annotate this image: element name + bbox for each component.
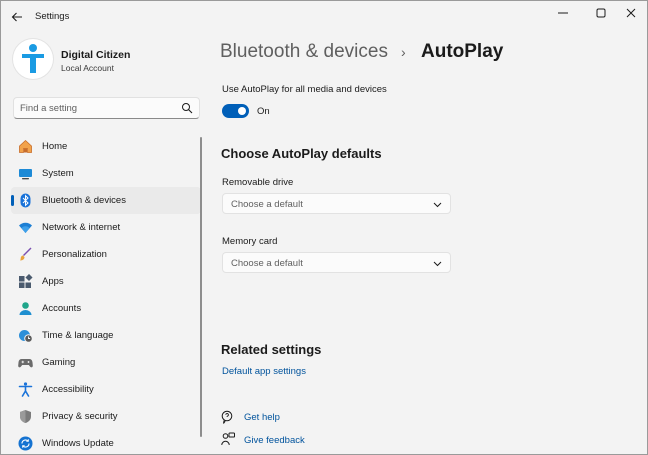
sidebar-item-privacy-security[interactable]: Privacy & security — [11, 403, 201, 430]
search-box[interactable] — [13, 97, 200, 119]
back-arrow-icon — [11, 12, 22, 22]
sidebar-item-label: Accessibility — [42, 384, 94, 395]
autoplay-toggle-state: On — [257, 106, 270, 117]
globe-clock-icon — [18, 328, 33, 343]
give-feedback-icon — [221, 432, 235, 446]
related-settings-heading: Related settings — [221, 342, 322, 357]
sidebar-item-accessibility[interactable]: Accessibility — [11, 376, 201, 403]
sidebar-item-personalization[interactable]: Personalization — [11, 241, 201, 268]
sidebar-item-label: Windows Update — [42, 438, 114, 449]
minimize-icon — [558, 12, 568, 14]
account-type: Local Account — [61, 63, 114, 73]
default-app-settings-link[interactable]: Default app settings — [222, 366, 306, 377]
sidebar-item-label: System — [42, 168, 74, 179]
avatar[interactable] — [13, 39, 53, 79]
brush-icon — [18, 247, 33, 262]
sidebar-item-label: Privacy & security — [42, 411, 118, 422]
defaults-heading: Choose AutoPlay defaults — [221, 146, 382, 161]
get-help-icon — [221, 410, 233, 424]
breadcrumb-separator: › — [401, 44, 406, 60]
sidebar-item-apps[interactable]: Apps — [11, 268, 201, 295]
sidebar-item-label: Time & language — [42, 330, 114, 341]
sidebar-item-home[interactable]: Home — [11, 133, 201, 160]
removable-drive-dropdown[interactable]: Choose a default — [222, 193, 451, 214]
minimize-button[interactable] — [548, 5, 578, 21]
update-icon — [18, 436, 33, 451]
gamepad-icon — [18, 355, 33, 370]
sidebar-nav: Home System Bluetooth & devices Network … — [11, 133, 201, 454]
accounts-icon — [18, 301, 33, 316]
sidebar-item-system[interactable]: System — [11, 160, 201, 187]
accessibility-icon — [18, 382, 33, 397]
memory-card-value: Choose a default — [231, 258, 303, 269]
home-icon — [18, 139, 33, 154]
search-icon — [182, 103, 193, 114]
sidebar-item-label: Gaming — [42, 357, 76, 368]
accessibility-person-icon — [22, 44, 44, 73]
sidebar-item-accounts[interactable]: Accounts — [11, 295, 201, 322]
maximize-icon — [596, 8, 606, 18]
sidebar-item-windows-update[interactable]: Windows Update — [11, 430, 201, 454]
breadcrumb-parent[interactable]: Bluetooth & devices — [220, 41, 388, 63]
removable-drive-value: Choose a default — [231, 199, 303, 210]
page-title: AutoPlay — [421, 41, 504, 62]
apps-icon — [18, 274, 33, 289]
sidebar-item-label: Network & internet — [42, 222, 121, 233]
toggle-knob — [238, 107, 246, 115]
system-icon — [18, 166, 33, 181]
sidebar-scrollbar[interactable] — [200, 137, 202, 437]
memory-card-label: Memory card — [222, 236, 278, 247]
give-feedback-link[interactable]: Give feedback — [244, 435, 305, 446]
close-button[interactable] — [616, 5, 646, 21]
window-title: Settings — [35, 11, 70, 22]
title-bar: Settings — [1, 1, 647, 33]
chevron-down-icon — [433, 261, 442, 267]
sidebar-item-label: Apps — [42, 276, 64, 287]
wifi-icon — [18, 220, 33, 235]
back-button[interactable] — [7, 7, 27, 27]
get-help-link[interactable]: Get help — [244, 412, 280, 423]
sidebar-item-gaming[interactable]: Gaming — [11, 349, 201, 376]
sidebar-item-label: Personalization — [42, 249, 107, 260]
maximize-button[interactable] — [586, 5, 616, 21]
sidebar-item-label: Home — [42, 141, 68, 152]
user-name: Digital Citizen — [61, 49, 131, 61]
sidebar-item-time-language[interactable]: Time & language — [11, 322, 201, 349]
sidebar-item-bluetooth[interactable]: Bluetooth & devices — [11, 187, 201, 214]
removable-drive-label: Removable drive — [222, 177, 294, 188]
chevron-down-icon — [433, 202, 442, 208]
search-input[interactable] — [20, 101, 180, 116]
sidebar-item-label: Bluetooth & devices — [42, 195, 126, 206]
sidebar-item-label: Accounts — [42, 303, 82, 314]
bluetooth-icon — [18, 193, 33, 208]
shield-icon — [18, 409, 33, 424]
close-icon — [626, 8, 636, 18]
memory-card-dropdown[interactable]: Choose a default — [222, 252, 451, 273]
sidebar-item-network[interactable]: Network & internet — [11, 214, 201, 241]
autoplay-toggle[interactable] — [222, 104, 249, 118]
autoplay-toggle-label: Use AutoPlay for all media and devices — [222, 84, 387, 95]
settings-window: Settings Digital Citizen Local Account H… — [0, 0, 648, 455]
